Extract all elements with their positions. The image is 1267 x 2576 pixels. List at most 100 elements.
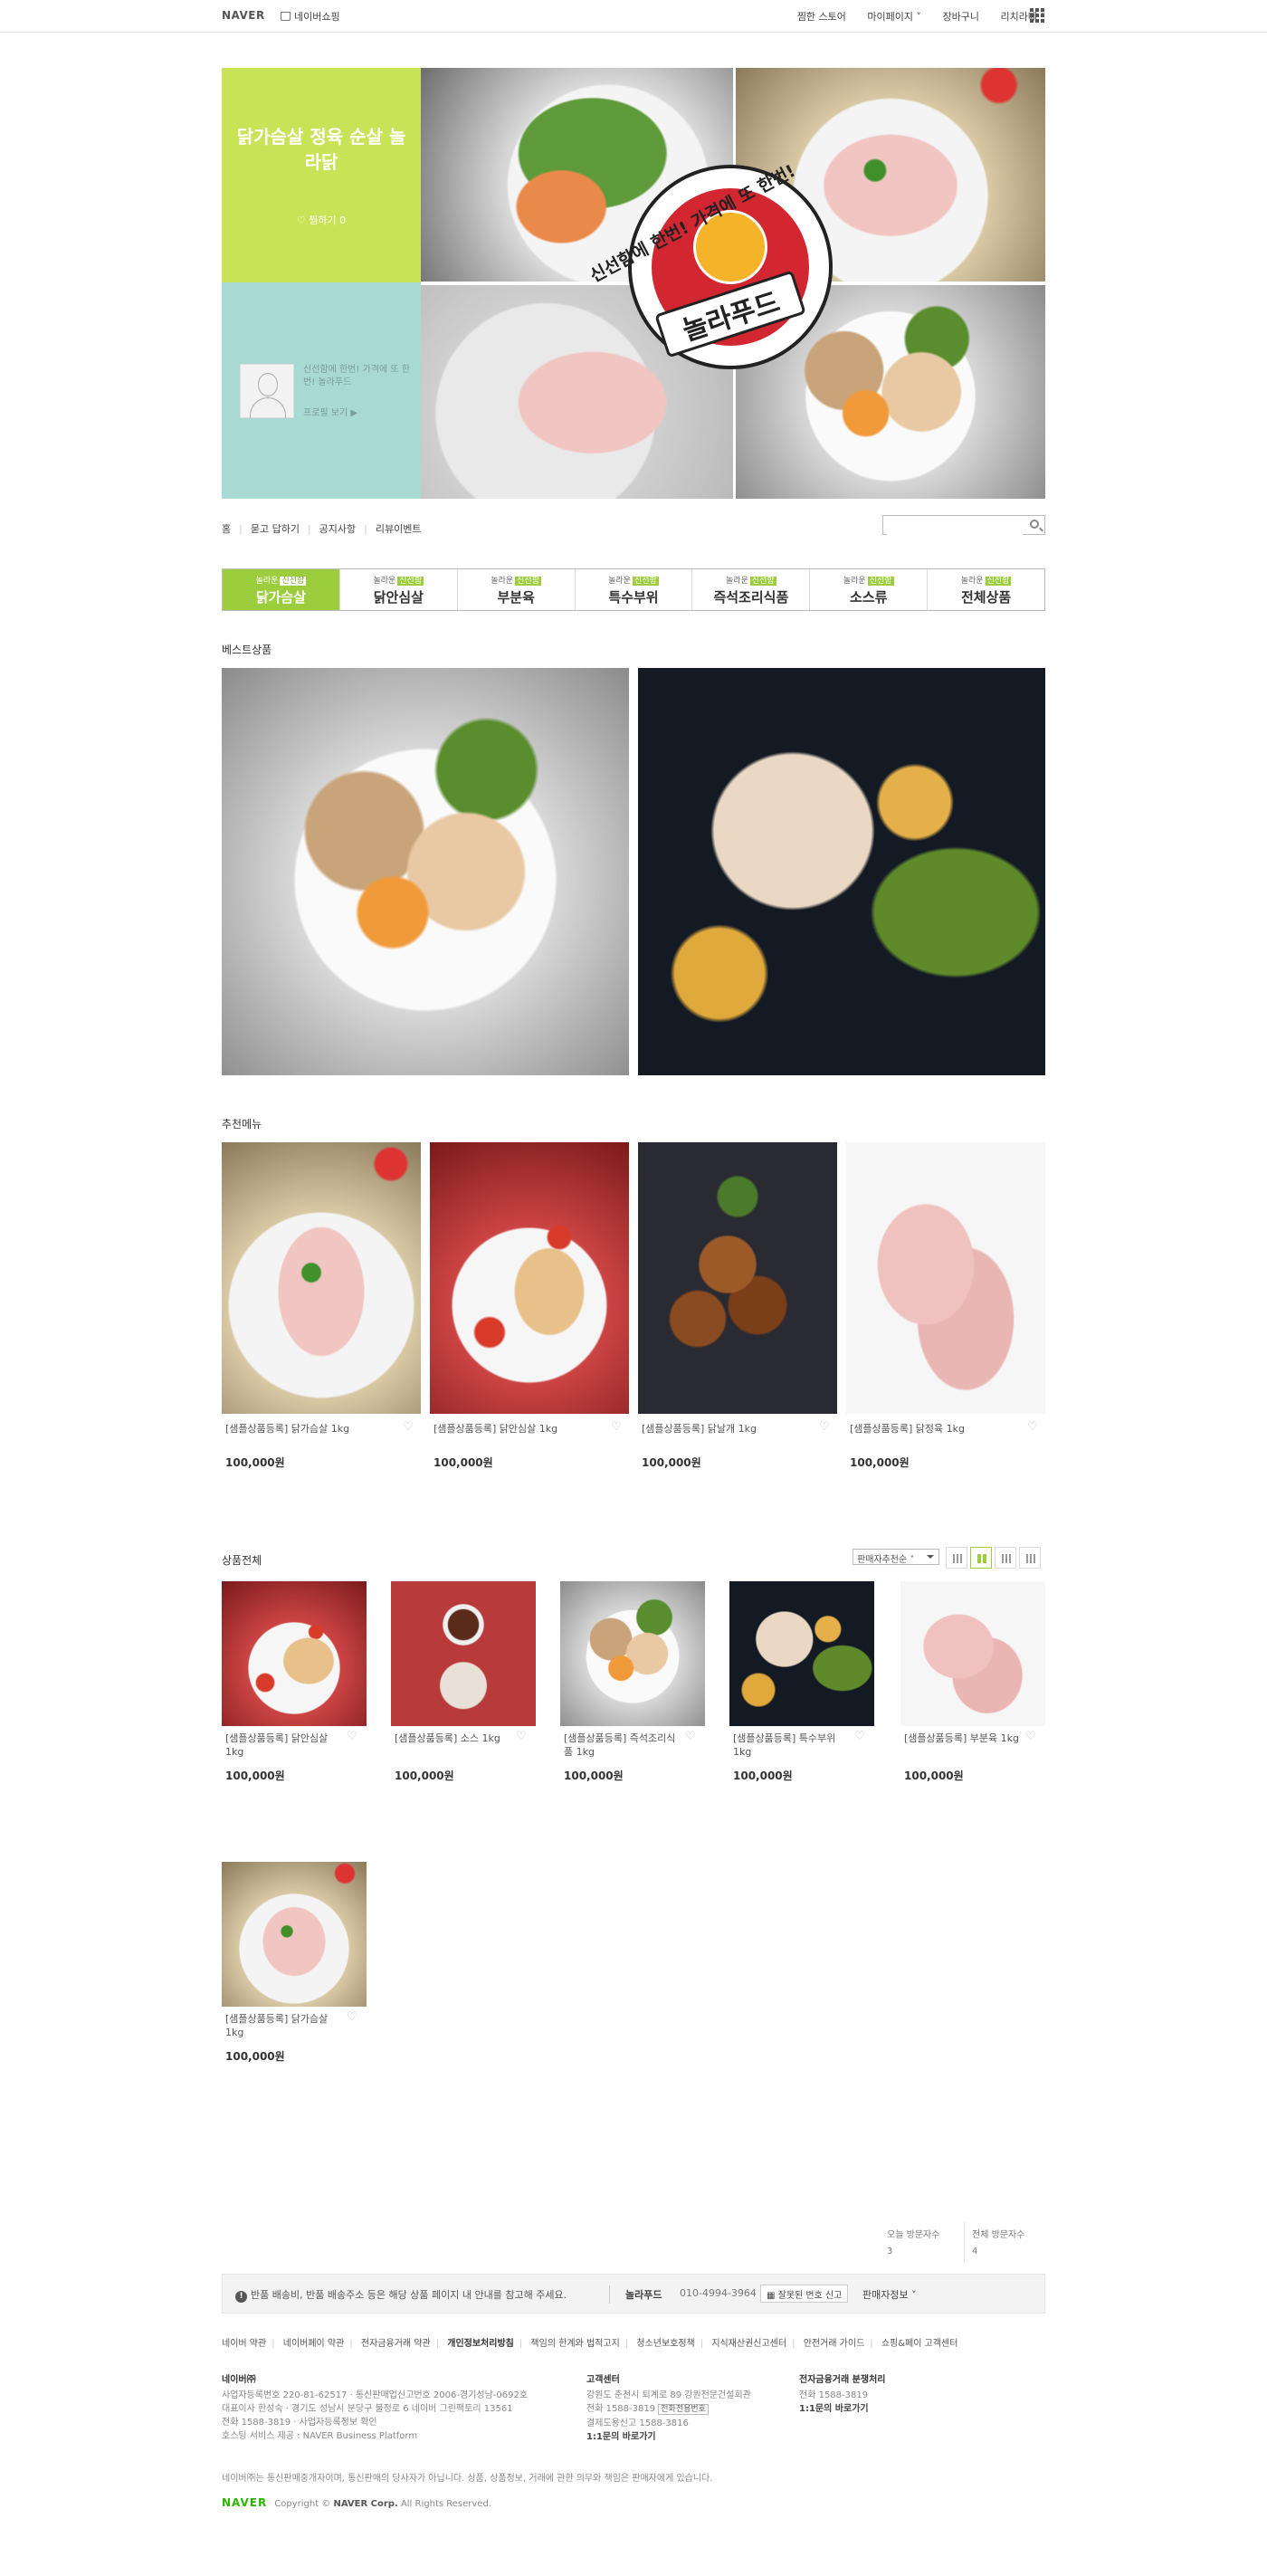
dispute-heading: 전자금융거래 분쟁처리 — [799, 2375, 886, 2385]
heart-icon[interactable]: ♡ — [347, 2011, 359, 2023]
product-image[interactable] — [391, 1581, 536, 1726]
tab-instant-food[interactable]: 놀라운 신선함즉석조리식품 — [692, 569, 811, 610]
product-image[interactable] — [638, 1142, 837, 1414]
footer-link[interactable]: 지식재산권신고센터 — [711, 2339, 786, 2349]
subnav-home[interactable]: 홈 — [222, 523, 231, 535]
product-image[interactable] — [222, 1581, 367, 1726]
tab-prefix: 놀라운 — [726, 577, 748, 586]
product-name[interactable]: [샘플상품등록] 닭안심살 1kg — [433, 1422, 610, 1436]
view-list-button[interactable] — [1019, 1547, 1041, 1569]
view-gallery-button[interactable] — [995, 1547, 1016, 1569]
dispute-inquiry-link[interactable]: 1:1문의 바로가기 — [799, 2402, 885, 2416]
app-grid-icon[interactable] — [1030, 8, 1044, 23]
product-name[interactable]: [샘플상품등록] 닭안심살 1kg — [225, 1732, 343, 1759]
view-list-small-button[interactable] — [946, 1547, 967, 1569]
company-line: 전화 1588-3819 · 사업자등록정보 확인 — [222, 2418, 377, 2428]
footer-link[interactable]: 책임의 한계와 법적고지 — [530, 2339, 619, 2349]
footer-link[interactable]: 전자금융거래 약관 — [361, 2339, 431, 2349]
tab-sauces[interactable]: 놀라운 신선함 소스류 — [810, 569, 929, 610]
menu-wish-stores[interactable]: 찜한 스토어 — [797, 11, 846, 23]
tab-label: 소스류 — [850, 589, 888, 606]
tab-tag: 신선함 — [749, 577, 776, 586]
search-icon[interactable] — [1030, 520, 1039, 529]
heart-icon[interactable]: ♡ — [685, 1731, 698, 1742]
product-name[interactable]: [샘플상품등록] 소스 1kg — [395, 1732, 512, 1745]
search-input[interactable] — [887, 518, 1023, 535]
tab-parts[interactable]: 놀라운 신선함 부분육 — [457, 569, 576, 610]
footer-link[interactable]: 네이버 약관 — [222, 2339, 266, 2349]
product-image[interactable] — [430, 1142, 629, 1414]
heart-icon[interactable]: ♡ — [819, 1421, 832, 1433]
heart-icon[interactable]: ♡ — [347, 1731, 359, 1742]
tab-chicken-breast[interactable]: 놀라운 신선함 닭가슴살 — [223, 569, 340, 610]
cs-line: 강원도 춘천시 퇴계로 89 강원전문건설회관 — [586, 2390, 751, 2400]
product-image[interactable] — [846, 1142, 1045, 1414]
subnav-notice[interactable]: 공지사항 — [319, 523, 356, 535]
product-name[interactable]: [샘플상품등록] 부분육 1kg — [904, 1732, 1022, 1745]
copyright-tail: All Rights Reserved. — [400, 2499, 491, 2509]
return-notice-text: 반품 배송비, 반품 배송주소 등은 해당 상품 페이지 내 안내를 참고해 주… — [251, 2289, 567, 2301]
tab-label: 전체상품 — [960, 589, 1012, 606]
view-grid-button[interactable] — [970, 1547, 992, 1569]
tab-chicken-tenderloin[interactable]: 놀라운 신선함 닭안심살 — [339, 569, 458, 610]
product-price: 100,000원 — [225, 1456, 285, 1469]
store-search — [882, 515, 1045, 535]
heart-icon[interactable]: ♡ — [403, 1421, 415, 1433]
tab-tag: 신선함 — [633, 577, 659, 586]
best-product-image-2[interactable] — [638, 668, 1045, 1075]
cs-inquiry-link[interactable]: 1:1문의 바로가기 — [586, 2430, 751, 2444]
product-name[interactable]: [샘플상품등록] 닭가슴살 1kg — [225, 2012, 343, 2039]
cs-line: 결제도용신고 1588-3816 — [586, 2419, 689, 2428]
heart-icon[interactable]: ♡ — [854, 1731, 867, 1742]
tab-label: 즉석조리식품 — [713, 589, 789, 606]
store-description: 신선함에 한번! 가격에 또 한번! 놀라푸드 — [303, 365, 410, 387]
footer-link[interactable]: 쇼핑&페이 고객센터 — [881, 2339, 958, 2349]
product-image[interactable] — [222, 1142, 421, 1414]
footer-link[interactable]: 개인정보처리방침 — [447, 2339, 514, 2349]
naver-footer-logo[interactable]: NAVER — [222, 2496, 267, 2509]
product-name[interactable]: [샘플상품등록] 닭가슴살 1kg — [225, 1422, 402, 1436]
like-label: 찜하기 0 — [309, 215, 347, 226]
product-name[interactable]: [샘플상품등록] 닭정육 1kg — [850, 1422, 1026, 1436]
tab-prefix: 놀라운 — [843, 577, 866, 586]
like-button[interactable]: ♡ 찜하기 0 — [222, 213, 421, 227]
naver-shopping-link[interactable]: 네이버쇼핑 — [281, 9, 340, 24]
best-product-image-1[interactable] — [222, 668, 629, 1075]
product-name[interactable]: [샘플상품등록] 닭날개 1kg — [642, 1422, 818, 1436]
heart-icon[interactable]: ♡ — [611, 1421, 624, 1433]
sort-select[interactable]: 판매자추천순 ˅ — [853, 1549, 939, 1565]
heart-icon[interactable]: ♡ — [1025, 1731, 1038, 1742]
seller-info-dropdown[interactable]: 판매자정보 ˅ — [862, 2287, 917, 2302]
user-menu: 찜한 스토어 마이페이지 ˅ 장바구니 리치라떼 ˅ — [779, 9, 1045, 24]
menu-mypage[interactable]: 마이페이지 ˅ — [867, 11, 921, 23]
heart-icon[interactable]: ♡ — [1027, 1421, 1040, 1433]
copyright-corp: NAVER Corp. — [333, 2499, 398, 2509]
report-number-button[interactable]: ▦ 잘못된 번호 신고 — [760, 2285, 849, 2303]
subnav-review-event[interactable]: 리뷰이벤트 — [376, 523, 422, 535]
product-image[interactable] — [222, 1862, 367, 2007]
menu-cart[interactable]: 장바구니 — [943, 11, 979, 23]
product-image[interactable] — [729, 1581, 874, 1726]
tab-all-products[interactable]: 놀라운 신선함 전체상품 — [928, 569, 1045, 610]
product-image[interactable] — [560, 1581, 705, 1726]
tab-prefix: 놀라운 — [960, 577, 984, 586]
tab-prefix: 놀라운 — [373, 577, 396, 586]
tab-prefix: 놀라운 — [491, 577, 514, 586]
seller-name: 놀라푸드 — [625, 2289, 662, 2301]
naver-logo[interactable]: NAVER — [222, 9, 265, 22]
tab-special-parts[interactable]: 놀라운 신선함 특수부위 — [575, 569, 693, 610]
category-tabs: 놀라운 신선함 닭가슴살 놀라운 신선함 닭안심살 놀라운 신선함 부분육 놀라운 신선함 특수… — [222, 568, 1045, 611]
product-image[interactable] — [900, 1581, 1045, 1726]
footer-link[interactable]: 청소년보호정책 — [636, 2339, 694, 2349]
all-products-section-title: 상품전체 — [222, 1554, 262, 1567]
store-subnav: 홈 | 묻고 답하기 | 공지사항 | 리뷰이벤트 — [222, 523, 422, 535]
product-name[interactable]: [샘플상품등록] 특수부위 1kg — [733, 1732, 851, 1759]
today-visitors-count: 3 — [887, 2247, 893, 2256]
subnav-qna[interactable]: 묻고 답하기 — [251, 523, 300, 535]
heart-icon[interactable]: ♡ — [516, 1731, 529, 1742]
naver-shopping-label: 네이버쇼핑 — [294, 11, 340, 23]
footer-link[interactable]: 네이버페이 약관 — [283, 2339, 345, 2349]
product-name[interactable]: [샘플상품등록] 즉석조리식품 1kg — [564, 1732, 681, 1759]
profile-link[interactable]: 프로필 보기 ▶ — [303, 405, 357, 418]
footer-link[interactable]: 안전거래 가이드 — [804, 2339, 865, 2349]
